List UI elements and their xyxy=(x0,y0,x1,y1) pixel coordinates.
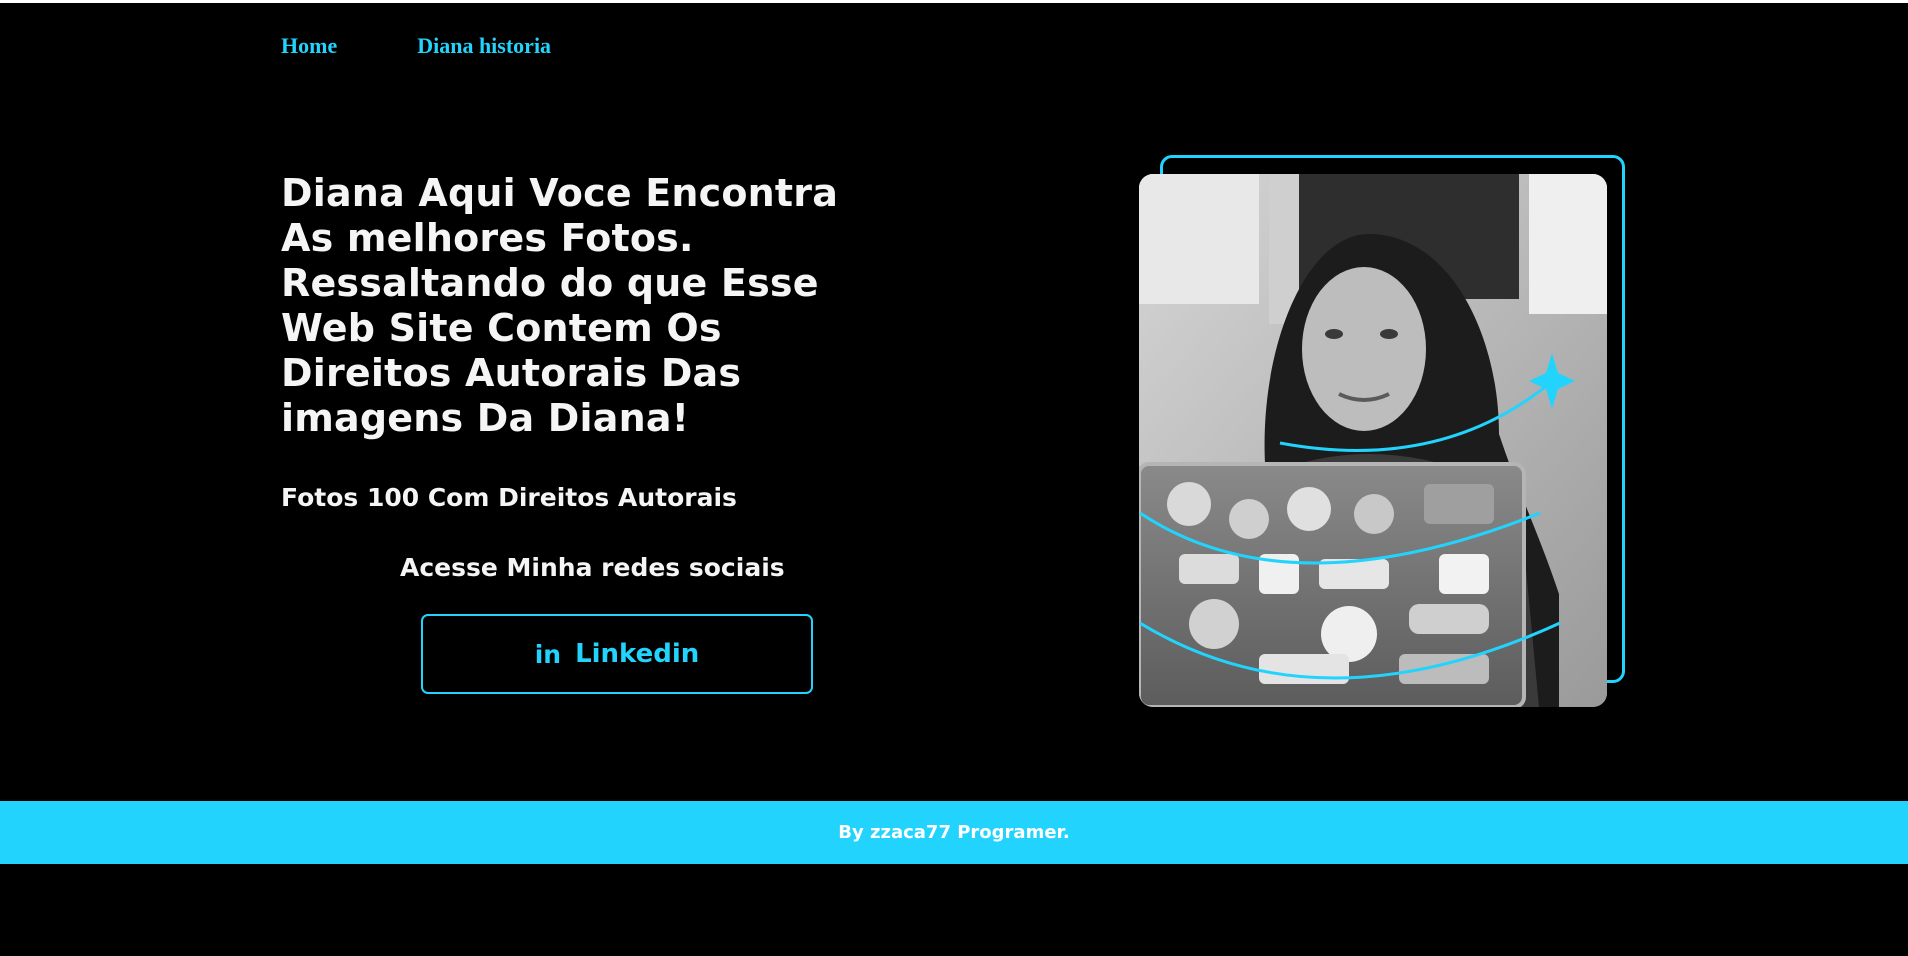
profile-photo xyxy=(1139,174,1607,707)
hero-subtitle: Fotos 100 Com Direitos Autorais xyxy=(281,483,737,512)
nav-diana-historia-link[interactable]: Diana historia xyxy=(417,33,551,59)
linkedin-button[interactable]: in Linkedin xyxy=(421,614,813,694)
footer-credit: By zzaca77 Programer. xyxy=(838,822,1070,843)
headline-line: As melhores Fotos. xyxy=(281,216,694,260)
linkedin-icon: in xyxy=(534,639,562,669)
headline-line: Web Site Contem Os xyxy=(281,306,722,350)
hero-headline: Diana Aqui Voce Encontra As melhores Fot… xyxy=(281,171,921,441)
headline-line: Direitos Autorais Das xyxy=(281,351,742,395)
profile-photo-illustration xyxy=(1139,174,1607,707)
top-nav: Home Diana historia xyxy=(281,33,551,59)
headline-line: Diana Aqui Voce Encontra xyxy=(281,171,839,215)
nav-home-link[interactable]: Home xyxy=(281,33,337,59)
page: Home Diana historia Diana Aqui Voce Enco… xyxy=(0,3,1908,956)
headline-line: Ressaltando do que Esse xyxy=(281,261,819,305)
footer: By zzaca77 Programer. xyxy=(0,801,1908,864)
headline-line: imagens Da Diana! xyxy=(281,396,690,440)
linkedin-button-label: Linkedin xyxy=(575,639,700,669)
social-networks-label: Acesse Minha redes sociais xyxy=(400,553,785,582)
